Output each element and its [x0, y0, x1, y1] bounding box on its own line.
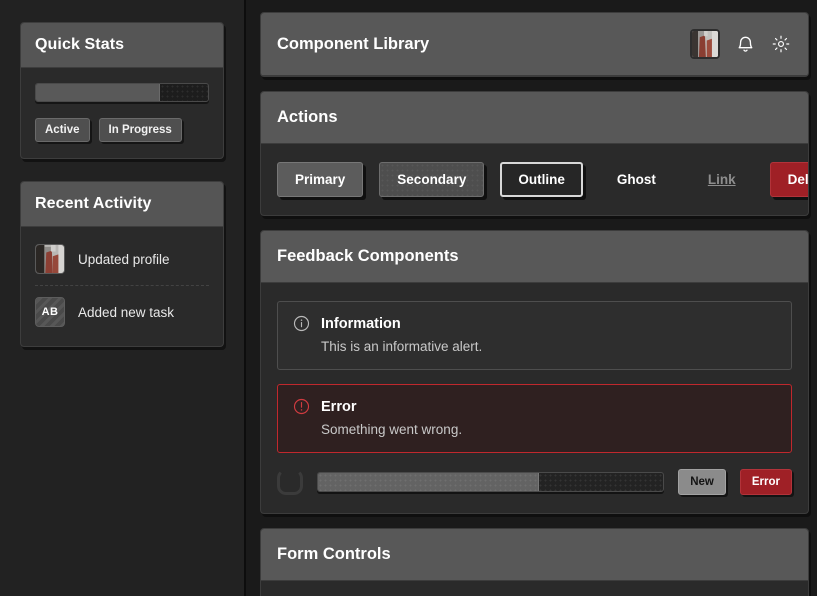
page-title: Component Library: [277, 34, 430, 53]
quick-stats-progress-track: [159, 84, 208, 101]
info-alert-body: This is an informative alert.: [321, 339, 483, 354]
info-alert-title: Information: [321, 315, 401, 332]
user-avatar-photo: [35, 244, 65, 274]
form-controls-panel: Form Controls Email: [260, 528, 809, 596]
user-avatar-photo[interactable]: [690, 29, 720, 59]
form-controls-header: Form Controls: [261, 529, 808, 581]
status-row: New Error: [277, 469, 792, 495]
page-header: Component Library: [261, 13, 808, 76]
list-item[interactable]: Updated profile: [35, 233, 209, 285]
error-alert-head: Error: [293, 398, 776, 415]
loading-spinner-icon: [277, 469, 303, 495]
error-circle-icon: [293, 398, 310, 415]
feedback-panel-title: Feedback Components: [277, 247, 459, 265]
delete-button[interactable]: Delete: [769, 162, 808, 197]
feedback-panel-header: Feedback Components: [261, 231, 808, 283]
quick-stats-progress-fill: [36, 84, 160, 101]
primary-button[interactable]: Primary: [277, 162, 364, 197]
initials-avatar: AB: [35, 297, 65, 327]
ghost-button[interactable]: Ghost: [599, 162, 674, 197]
activity-label: Updated profile: [78, 251, 170, 267]
feedback-panel-body: Information This is an informative alert…: [261, 283, 808, 513]
page-header-panel: Component Library: [260, 12, 809, 77]
actions-panel-header: Actions: [261, 92, 808, 144]
status-progress[interactable]: [317, 472, 665, 492]
chip-in-progress[interactable]: In Progress: [98, 118, 182, 142]
list-item[interactable]: AB Added new task: [35, 285, 209, 338]
error-alert-title: Error: [321, 398, 357, 415]
quick-stats-title: Quick Stats: [35, 36, 125, 53]
action-button-row: Primary Secondary Outline Ghost Link Del…: [277, 162, 808, 197]
quick-stats-progress[interactable]: [35, 83, 209, 102]
info-circle-icon: [293, 315, 310, 332]
status-badge[interactable]: New: [678, 469, 726, 495]
form-controls-title: Form Controls: [277, 545, 391, 563]
info-alert-head: Information: [293, 315, 776, 332]
recent-activity-title: Recent Activity: [35, 195, 152, 212]
form-controls-body: Email: [261, 581, 808, 596]
gear-icon[interactable]: [770, 33, 792, 55]
actions-panel-title: Actions: [277, 108, 338, 126]
status-progress-track: [318, 473, 664, 491]
recent-activity-header: Recent Activity: [21, 182, 223, 227]
header-tools: [690, 29, 792, 59]
actions-panel: Actions Primary Secondary Outline Ghost …: [260, 91, 809, 216]
quick-stats-body: Active In Progress: [21, 68, 223, 158]
feedback-panel: Feedback Components Information This is …: [260, 230, 809, 514]
quick-stats-card: Quick Stats Active In Progress: [20, 22, 224, 159]
actions-panel-body: Primary Secondary Outline Ghost Link Del…: [261, 144, 808, 215]
activity-label: Added new task: [78, 304, 175, 320]
quick-stats-chip-row: Active In Progress: [35, 118, 209, 142]
recent-activity-list: Updated profile AB Added new task: [21, 227, 223, 346]
error-alert-body: Something went wrong.: [321, 422, 463, 437]
secondary-button[interactable]: Secondary: [379, 162, 485, 197]
link-button[interactable]: Link: [690, 162, 754, 197]
outline-button[interactable]: Outline: [500, 162, 583, 197]
recent-activity-card: Recent Activity Updated profile AB Added…: [20, 181, 224, 347]
info-alert: Information This is an informative alert…: [277, 301, 792, 370]
quick-stats-header: Quick Stats: [21, 23, 223, 68]
main-content: Component Library Actions Primary Second…: [246, 0, 817, 596]
status-badge[interactable]: Error: [739, 469, 792, 495]
sidebar: Quick Stats Active In Progress Recent Ac…: [0, 0, 246, 596]
bell-icon[interactable]: [734, 33, 756, 55]
app-root: Quick Stats Active In Progress Recent Ac…: [0, 0, 817, 596]
chip-active[interactable]: Active: [35, 118, 90, 142]
error-alert: Error Something went wrong.: [277, 384, 792, 453]
